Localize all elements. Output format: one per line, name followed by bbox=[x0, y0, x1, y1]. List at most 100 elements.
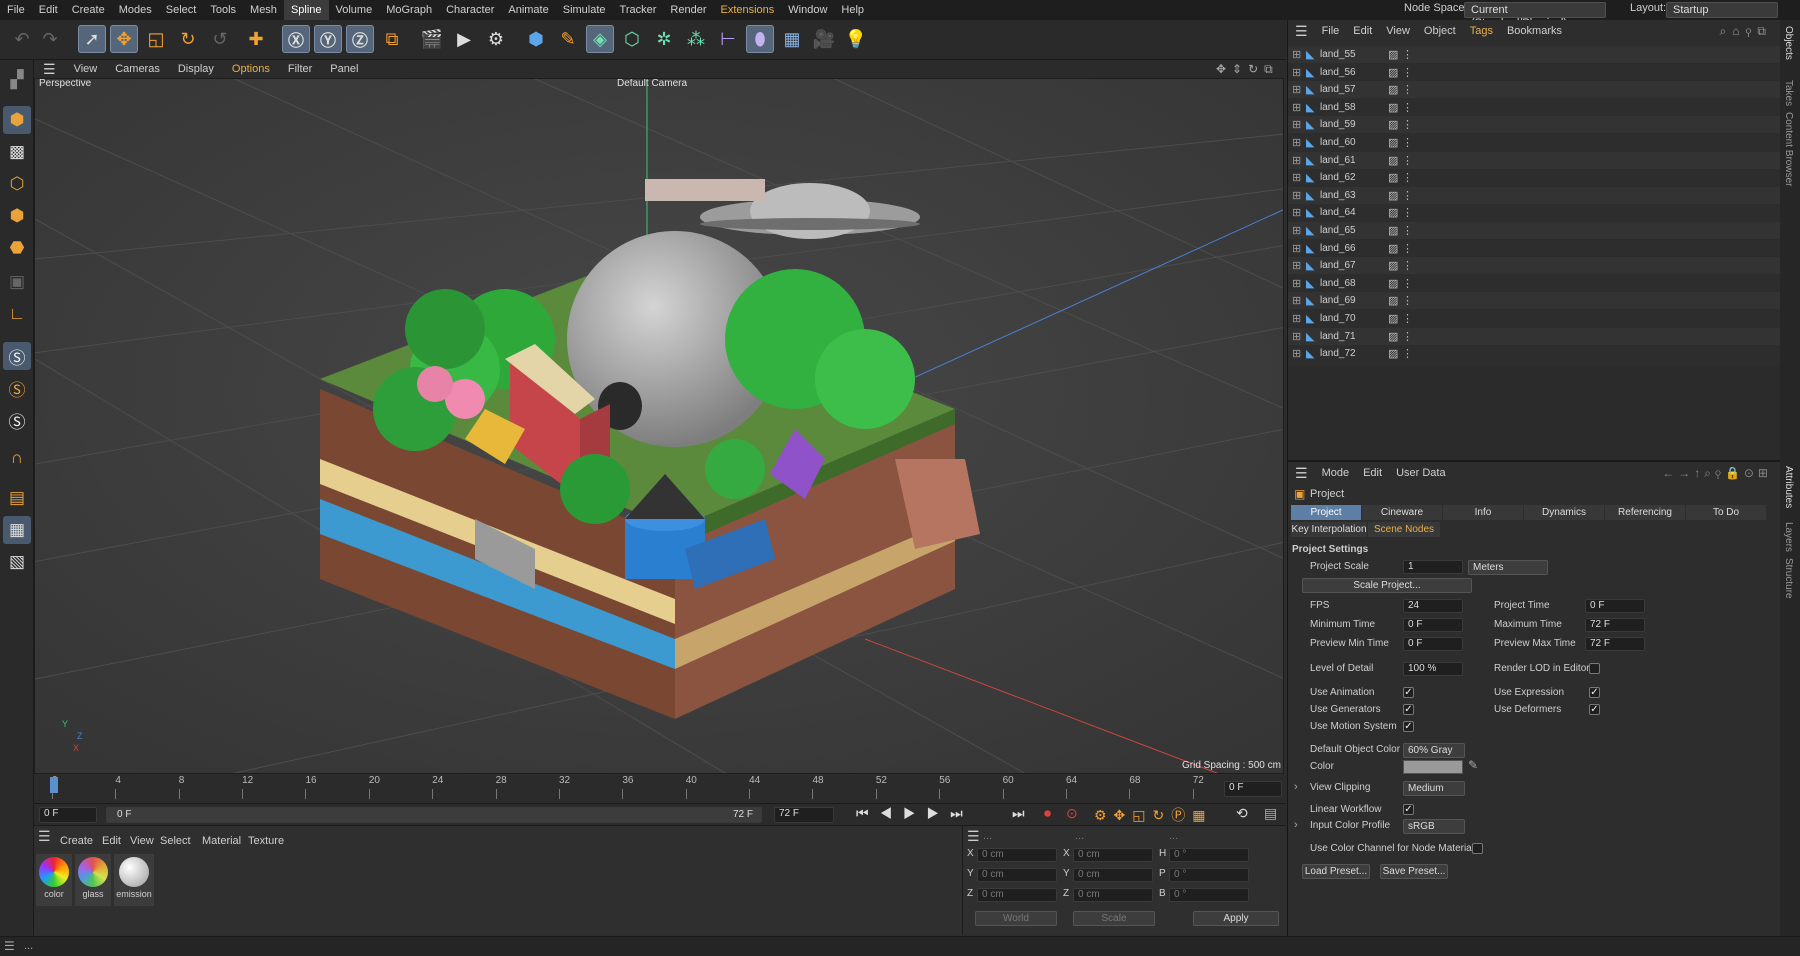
expand-icon[interactable]: ⊞ bbox=[1292, 48, 1306, 61]
layer-edit-icon[interactable]: ▨ bbox=[1388, 312, 1402, 325]
polygons-mode-icon[interactable]: ⬣ bbox=[3, 234, 31, 262]
move-tool-icon[interactable]: ✥ bbox=[110, 25, 138, 53]
preview-min-field[interactable]: 0 F bbox=[1403, 637, 1463, 651]
object-row[interactable]: ⊞ ◣ land_58 ▨ ⋮ bbox=[1288, 99, 1781, 116]
object-hamburger-icon[interactable]: ☰ bbox=[1288, 23, 1315, 40]
goto-end-icon[interactable]: ⏭ bbox=[1012, 805, 1025, 822]
material-menu-select[interactable]: Select bbox=[160, 835, 191, 847]
preview-max-field[interactable]: 72 F bbox=[1585, 637, 1645, 651]
object-row[interactable]: ⊞ ◣ land_57 ▨ ⋮ bbox=[1288, 81, 1781, 99]
layer-edit-icon[interactable]: ▨ bbox=[1388, 347, 1402, 360]
save-preset-button[interactable]: Save Preset... bbox=[1380, 864, 1448, 879]
size-y-field[interactable]: 0 cm bbox=[1073, 868, 1153, 882]
object-name[interactable]: land_70 bbox=[1320, 313, 1368, 324]
camera-label[interactable]: Default Camera bbox=[617, 79, 687, 89]
input-color-profile-dropdown[interactable]: sRGB bbox=[1403, 819, 1465, 834]
layer-edit-icon[interactable]: ▨ bbox=[1388, 154, 1402, 167]
object-row[interactable]: ⊞ ◣ land_70 ▨ ⋮ bbox=[1288, 310, 1781, 327]
z-axis-lock-icon[interactable]: Ⓩ bbox=[346, 25, 374, 53]
light-icon[interactable]: 💡 bbox=[842, 25, 870, 53]
viewport-menu-filter[interactable]: Filter bbox=[279, 63, 321, 75]
visibility-dots-icon[interactable]: ⋮ bbox=[1402, 294, 1413, 307]
edges-mode-icon[interactable]: ⬢ bbox=[3, 202, 31, 230]
visibility-dots-icon[interactable]: ⋮ bbox=[1402, 118, 1413, 131]
position-z-field[interactable]: 0 cm bbox=[977, 888, 1057, 902]
object-name[interactable]: land_58 bbox=[1320, 102, 1368, 113]
deformer-icon[interactable]: ⊢ bbox=[714, 25, 742, 53]
lod-field[interactable]: 100 % bbox=[1403, 662, 1463, 676]
object-name[interactable]: land_71 bbox=[1320, 331, 1368, 342]
position-y-field[interactable]: 0 cm bbox=[977, 868, 1057, 882]
object-name[interactable]: land_72 bbox=[1320, 348, 1368, 359]
object-name[interactable]: land_68 bbox=[1320, 278, 1368, 289]
object-row[interactable]: ⊞ ◣ land_64 ▨ ⋮ bbox=[1288, 204, 1781, 221]
object-row[interactable]: ⊞ ◣ land_61 ▨ ⋮ bbox=[1288, 151, 1781, 169]
motion-tools-icon[interactable]: ⟲ bbox=[1236, 805, 1248, 822]
input-profile-expand-icon[interactable]: › bbox=[1294, 819, 1298, 831]
object-name[interactable]: land_63 bbox=[1320, 190, 1368, 201]
object-row[interactable]: ⊞ ◣ land_68 ▨ ⋮ bbox=[1288, 275, 1781, 292]
pen-icon[interactable]: ✎ bbox=[554, 25, 582, 53]
sidetab-objects[interactable]: Objects bbox=[1783, 26, 1794, 60]
snap-icon[interactable]: Ⓢ bbox=[3, 342, 31, 370]
playback-controls[interactable]: ⏮◀▶▶⏭ bbox=[856, 805, 974, 822]
object-list-empty-area[interactable] bbox=[1288, 366, 1781, 460]
expand-icon[interactable]: ⊞ bbox=[1292, 154, 1306, 167]
units-dropdown[interactable]: Meters bbox=[1468, 560, 1548, 575]
tab-key-interpolation[interactable]: Key Interpolation bbox=[1291, 522, 1367, 537]
workplane-icon[interactable]: ▤ bbox=[3, 484, 31, 512]
expand-icon[interactable]: ⊞ bbox=[1292, 294, 1306, 307]
linear-workflow-checkbox[interactable]: ✓ bbox=[1403, 804, 1414, 815]
menu-volume[interactable]: Volume bbox=[329, 0, 380, 20]
expand-icon[interactable]: ⊞ bbox=[1292, 83, 1306, 96]
layer-edit-icon[interactable]: ▨ bbox=[1388, 294, 1402, 307]
object-row[interactable]: ⊞ ◣ land_62 ▨ ⋮ bbox=[1288, 169, 1781, 186]
menu-create[interactable]: Create bbox=[65, 0, 112, 20]
visibility-dots-icon[interactable]: ⋮ bbox=[1402, 154, 1413, 167]
menu-mesh[interactable]: Mesh bbox=[243, 0, 284, 20]
render-lod-checkbox[interactable] bbox=[1589, 663, 1600, 674]
layer-edit-icon[interactable]: ▨ bbox=[1388, 224, 1402, 237]
size-x-field[interactable]: 0 cm bbox=[1073, 848, 1153, 862]
expand-icon[interactable]: ⊞ bbox=[1292, 206, 1306, 219]
3d-viewport[interactable]: Perspective Default Camera Grid Spacing … bbox=[34, 78, 1284, 774]
object-name[interactable]: land_69 bbox=[1320, 295, 1368, 306]
sidetab-content-browser[interactable]: Content Browser bbox=[1783, 112, 1794, 186]
make-editable-icon[interactable]: ▞ bbox=[3, 66, 31, 94]
menu-simulate[interactable]: Simulate bbox=[556, 0, 613, 20]
object-row[interactable]: ⊞ ◣ land_59 ▨ ⋮ bbox=[1288, 116, 1781, 134]
use-color-channel-checkbox[interactable] bbox=[1472, 843, 1483, 854]
visibility-dots-icon[interactable]: ⋮ bbox=[1402, 136, 1413, 149]
use-animation-checkbox[interactable]: ✓ bbox=[1403, 687, 1414, 698]
layer-edit-icon[interactable]: ▨ bbox=[1388, 118, 1402, 131]
coords-hamburger-icon[interactable]: ☰ bbox=[967, 828, 980, 845]
menu-extensions[interactable]: Extensions bbox=[713, 0, 781, 20]
layer-edit-icon[interactable]: ▨ bbox=[1388, 101, 1402, 114]
locked-workplane-icon[interactable]: ▦ bbox=[3, 516, 31, 544]
visibility-dots-icon[interactable]: ⋮ bbox=[1402, 83, 1413, 96]
magnet-icon[interactable]: ∩ bbox=[3, 444, 31, 472]
object-name[interactable]: land_55 bbox=[1320, 49, 1368, 60]
status-hamburger-icon[interactable]: ☰ bbox=[4, 939, 15, 953]
object-row[interactable]: ⊞ ◣ land_63 ▨ ⋮ bbox=[1288, 186, 1781, 204]
planar-workplane-icon[interactable]: ▧ bbox=[3, 548, 31, 576]
material-menu-material[interactable]: Material bbox=[202, 835, 241, 847]
layer-edit-icon[interactable]: ▨ bbox=[1388, 330, 1402, 343]
visibility-dots-icon[interactable]: ⋮ bbox=[1402, 171, 1413, 184]
expand-icon[interactable]: ⊞ bbox=[1292, 224, 1306, 237]
tab-todo[interactable]: To Do bbox=[1686, 505, 1766, 520]
visibility-dots-icon[interactable]: ⋮ bbox=[1402, 312, 1413, 325]
object-row[interactable]: ⊞ ◣ land_72 ▨ ⋮ bbox=[1288, 345, 1781, 362]
tab-project-settings[interactable]: Project Settings bbox=[1291, 505, 1361, 533]
layer-edit-icon[interactable]: ▨ bbox=[1388, 189, 1402, 202]
cloner-icon[interactable]: ✲ bbox=[650, 25, 678, 53]
coordinate-system-icon[interactable]: ⧉ bbox=[378, 25, 406, 53]
expand-icon[interactable]: ⊞ bbox=[1292, 66, 1306, 79]
visibility-dots-icon[interactable]: ⋮ bbox=[1402, 277, 1413, 290]
layer-edit-icon[interactable]: ▨ bbox=[1388, 66, 1402, 79]
visibility-dots-icon[interactable]: ⋮ bbox=[1402, 242, 1413, 255]
material-swatch-color[interactable]: color bbox=[36, 854, 72, 906]
menu-render[interactable]: Render bbox=[663, 0, 713, 20]
sidetab-layers[interactable]: Layers bbox=[1783, 522, 1794, 552]
expand-icon[interactable]: ⊞ bbox=[1292, 101, 1306, 114]
